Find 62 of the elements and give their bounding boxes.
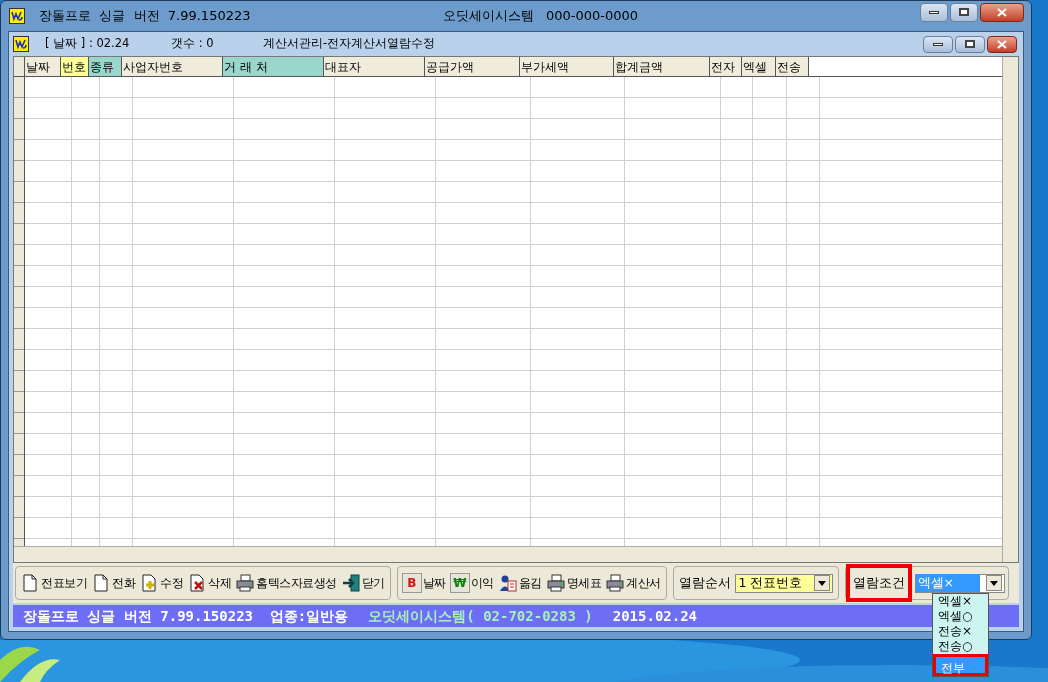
column-header[interactable]: 거 래 처 bbox=[223, 57, 324, 76]
column-header[interactable]: 사업자번호 bbox=[122, 57, 223, 76]
minimize-button[interactable] bbox=[923, 35, 953, 53]
window-title: 장돌프로 싱글 버전 7.99.150223 bbox=[39, 7, 252, 26]
sort-order-select[interactable]: 1 전표번호 bbox=[734, 573, 833, 593]
exit-door-icon bbox=[340, 573, 361, 593]
page-icon bbox=[91, 573, 111, 593]
toolbar-button[interactable]: 옮김 bbox=[497, 569, 543, 597]
close-icon bbox=[997, 7, 1007, 17]
maximize-button[interactable] bbox=[955, 35, 985, 53]
app-logo-icon bbox=[9, 8, 25, 24]
close-button[interactable] bbox=[980, 2, 1024, 22]
phone-number: 000-000-0000 bbox=[546, 7, 639, 26]
toolbar-button[interactable]: 전화 bbox=[91, 569, 136, 597]
company-name: 오딧세이시스템 bbox=[443, 7, 534, 26]
status-company: 오딧세이시스템( 02-702-0283 ) bbox=[368, 606, 593, 626]
column-header[interactable]: 엑셀 bbox=[742, 57, 776, 76]
toolbar-button[interactable]: 삭제 bbox=[187, 569, 232, 597]
column-header[interactable]: 부가세액 bbox=[520, 57, 614, 76]
people-icon bbox=[497, 573, 518, 593]
child-logo-icon bbox=[13, 36, 29, 52]
column-header[interactable]: 번호 bbox=[61, 57, 89, 76]
printer-icon bbox=[545, 573, 566, 593]
maximize-button[interactable] bbox=[950, 2, 978, 22]
column-header[interactable]: 공급가액 bbox=[425, 57, 520, 76]
minimize-button[interactable] bbox=[920, 2, 948, 22]
toolbar-button[interactable]: B 날짜 bbox=[401, 569, 447, 597]
count-label: 갯수 : 0 bbox=[171, 35, 215, 53]
column-header[interactable]: 합계금액 bbox=[614, 57, 710, 76]
printer-icon bbox=[235, 573, 255, 593]
toolbar-button[interactable]: 홈텍스자료생성 bbox=[235, 569, 338, 597]
dropdown-option[interactable]: 전송○ bbox=[933, 639, 988, 654]
column-header[interactable]: 종류 bbox=[89, 57, 122, 76]
status-date: 2015.02.24 bbox=[612, 606, 698, 626]
column-header[interactable]: 대표자 bbox=[324, 57, 425, 76]
date-label: [ 날짜 ] : 02.24 bbox=[45, 35, 131, 53]
page-icon bbox=[20, 573, 40, 593]
toolbar-button[interactable]: ₩ 이익 bbox=[449, 569, 495, 597]
letter-icon: B bbox=[401, 573, 422, 593]
dropdown-option[interactable]: 엑셀× bbox=[933, 594, 988, 609]
dropdown-option[interactable]: 전송× bbox=[933, 624, 988, 639]
toolbar-button[interactable]: 명세표 bbox=[545, 569, 602, 597]
toolbar-button[interactable]: 계산서 bbox=[605, 569, 662, 597]
screen-path: 계산서관리-전자계산서열람수정 bbox=[263, 35, 436, 53]
printer-icon bbox=[605, 573, 625, 593]
dropdown-option[interactable]: 엑셀○ bbox=[933, 609, 988, 624]
toolbar-button[interactable]: 전표보기 bbox=[20, 569, 88, 597]
page-x-icon bbox=[187, 573, 207, 593]
toolbar-button[interactable]: 닫기 bbox=[340, 569, 386, 597]
column-header[interactable]: 전송 bbox=[776, 57, 809, 76]
page-plus-icon bbox=[139, 573, 159, 593]
view-condition-label: 열람조건 bbox=[845, 564, 912, 602]
status-version: 장돌프로 싱글 버전 7.99.150223 업종:일반용 bbox=[23, 606, 349, 626]
toolbar-button[interactable]: 수정 bbox=[139, 569, 184, 597]
close-button[interactable] bbox=[987, 35, 1017, 53]
letter-icon: ₩ bbox=[449, 573, 470, 593]
column-header[interactable]: 날짜 bbox=[25, 57, 61, 76]
horizontal-scrollbar[interactable] bbox=[14, 546, 1002, 562]
sort-order-label: 열람순서 bbox=[678, 573, 731, 592]
column-header[interactable]: 전자 bbox=[710, 57, 742, 76]
close-icon bbox=[997, 39, 1007, 49]
vertical-scrollbar[interactable] bbox=[1002, 57, 1018, 562]
